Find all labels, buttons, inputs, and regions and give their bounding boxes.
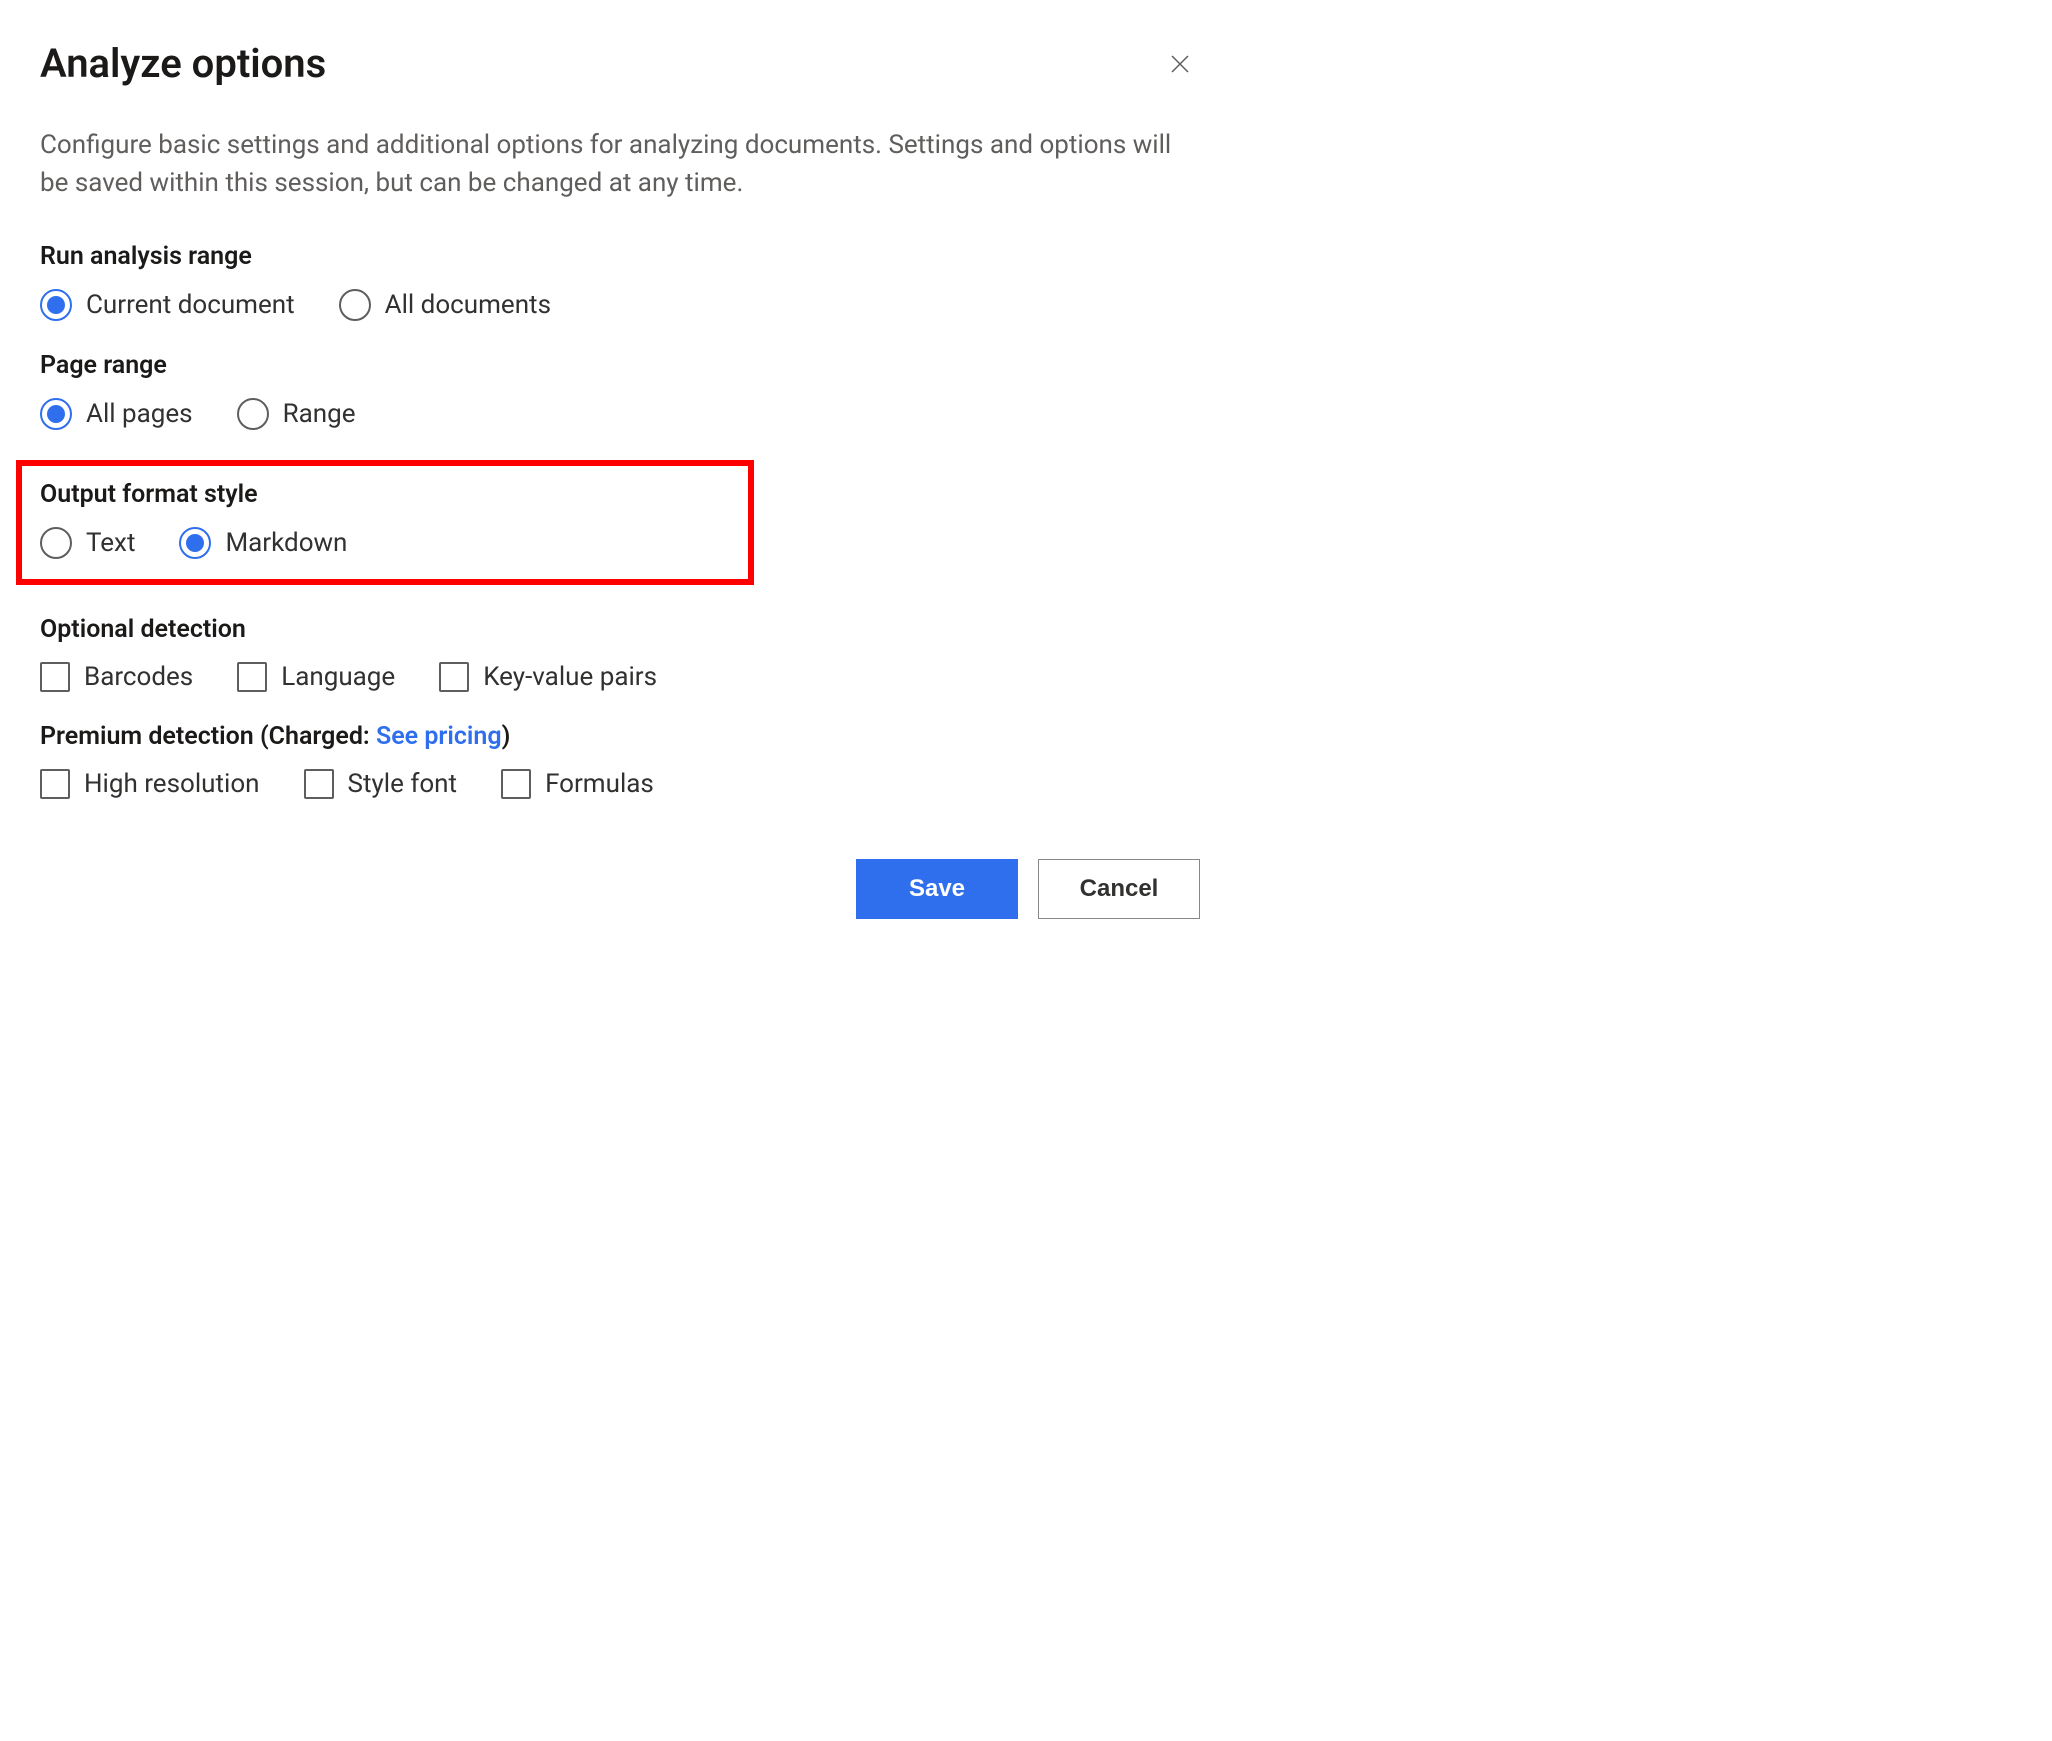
cancel-button[interactable]: Cancel — [1038, 859, 1200, 919]
radio-current-document[interactable]: Current document — [40, 289, 295, 321]
run-analysis-range-options: Current document All documents — [40, 289, 1200, 321]
radio-label: Current document — [86, 290, 295, 320]
checkbox-barcodes[interactable]: Barcodes — [40, 662, 193, 692]
close-button[interactable] — [1160, 44, 1200, 84]
page-range-section: Page range All pages Range — [40, 351, 1200, 430]
close-icon — [1168, 52, 1192, 76]
checkbox-label: Style font — [348, 769, 458, 799]
save-button[interactable]: Save — [856, 859, 1018, 919]
premium-detection-title: Premium detection (Charged: See pricing) — [40, 722, 1200, 751]
radio-all-documents[interactable]: All documents — [339, 289, 551, 321]
radio-icon — [40, 527, 72, 559]
output-format-options: Text Markdown — [40, 527, 730, 559]
checkbox-formulas[interactable]: Formulas — [501, 769, 654, 799]
checkbox-icon — [40, 769, 70, 799]
checkbox-icon — [439, 662, 469, 692]
output-format-highlight: Output format style Text Markdown — [16, 460, 754, 585]
radio-icon — [339, 289, 371, 321]
checkbox-icon — [40, 662, 70, 692]
run-analysis-range-section: Run analysis range Current document All … — [40, 242, 1200, 321]
radio-icon — [179, 527, 211, 559]
radio-markdown[interactable]: Markdown — [179, 527, 347, 559]
analyze-options-dialog: Analyze options Configure basic settings… — [40, 40, 1200, 919]
optional-detection-section: Optional detection Barcodes Language Key… — [40, 615, 1200, 692]
checkbox-icon — [501, 769, 531, 799]
checkbox-icon — [304, 769, 334, 799]
radio-label: All pages — [86, 399, 193, 429]
radio-range[interactable]: Range — [237, 398, 356, 430]
see-pricing-link[interactable]: See pricing — [376, 722, 502, 751]
radio-icon — [40, 398, 72, 430]
optional-detection-options: Barcodes Language Key-value pairs — [40, 662, 1200, 692]
checkbox-label: Key-value pairs — [483, 662, 657, 692]
radio-icon — [40, 289, 72, 321]
checkbox-label: Language — [281, 662, 395, 692]
checkbox-label: Formulas — [545, 769, 654, 799]
radio-label: Text — [86, 528, 135, 558]
checkbox-label: Barcodes — [84, 662, 193, 692]
radio-all-pages[interactable]: All pages — [40, 398, 193, 430]
dialog-footer: Save Cancel — [40, 859, 1200, 919]
radio-label: Range — [283, 399, 356, 429]
radio-label: All documents — [385, 290, 551, 320]
page-range-options: All pages Range — [40, 398, 1200, 430]
radio-icon — [237, 398, 269, 430]
dialog-title: Analyze options — [40, 40, 326, 87]
checkbox-label: High resolution — [84, 769, 260, 799]
premium-title-prefix: Premium detection (Charged: — [40, 722, 376, 751]
page-range-title: Page range — [40, 351, 1200, 380]
checkbox-language[interactable]: Language — [237, 662, 395, 692]
dialog-header: Analyze options — [40, 40, 1200, 87]
checkbox-icon — [237, 662, 267, 692]
run-analysis-range-title: Run analysis range — [40, 242, 1200, 271]
radio-text[interactable]: Text — [40, 527, 135, 559]
dialog-description: Configure basic settings and additional … — [40, 127, 1200, 202]
checkbox-key-value-pairs[interactable]: Key-value pairs — [439, 662, 657, 692]
premium-detection-section: Premium detection (Charged: See pricing)… — [40, 722, 1200, 799]
checkbox-high-resolution[interactable]: High resolution — [40, 769, 260, 799]
premium-title-suffix: ) — [502, 722, 511, 751]
output-format-title: Output format style — [40, 480, 730, 509]
optional-detection-title: Optional detection — [40, 615, 1200, 644]
radio-label: Markdown — [225, 528, 347, 558]
premium-detection-options: High resolution Style font Formulas — [40, 769, 1200, 799]
checkbox-style-font[interactable]: Style font — [304, 769, 458, 799]
